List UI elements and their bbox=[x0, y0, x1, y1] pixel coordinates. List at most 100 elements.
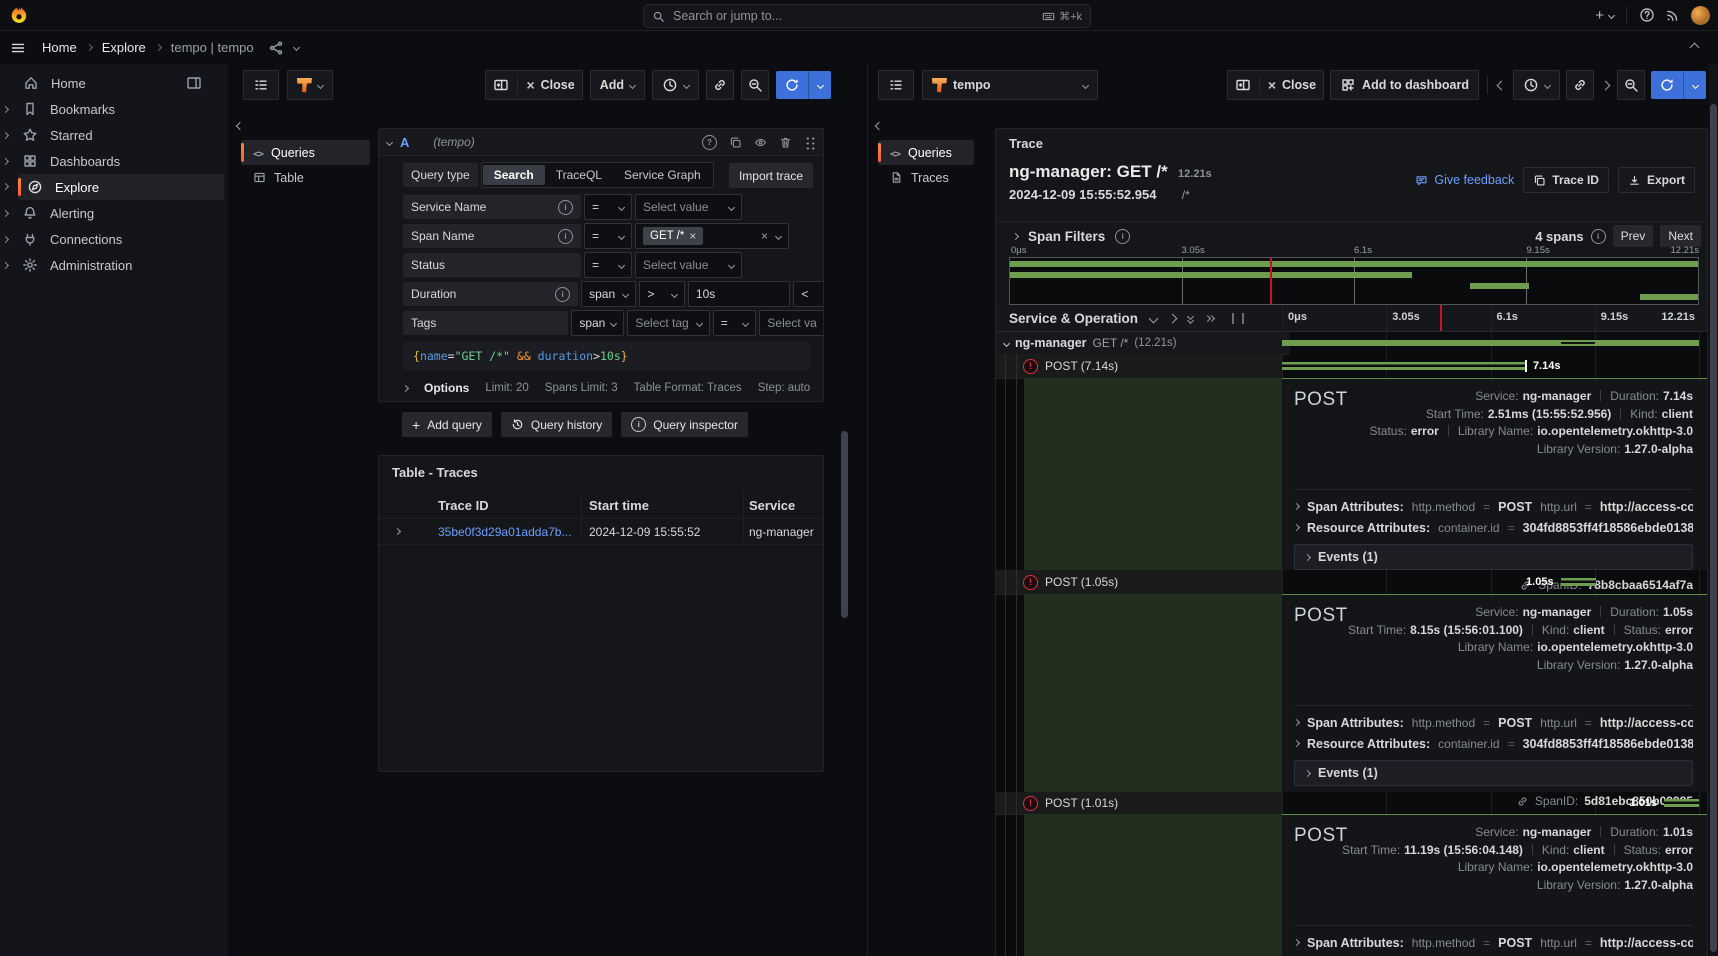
span-row-post-3[interactable]: POST (1.01s) 1.01s bbox=[996, 792, 1707, 814]
sidebar-item-home[interactable]: Home bbox=[0, 70, 228, 96]
permalink-icon[interactable] bbox=[706, 70, 734, 100]
news-icon[interactable] bbox=[1665, 7, 1681, 23]
trace-id-button[interactable]: Trace ID bbox=[1523, 167, 1609, 193]
clear-icon[interactable] bbox=[761, 229, 768, 243]
span-attributes-row[interactable]: Span Attributes: http.method=POST http.u… bbox=[1294, 712, 1693, 733]
span-bar[interactable] bbox=[1664, 799, 1699, 807]
span-attributes-row[interactable]: Span Attributes: http.method=POST http.u… bbox=[1294, 496, 1693, 517]
span-attributes-row[interactable]: Span Attributes: http.method=POST http.u… bbox=[1294, 932, 1693, 953]
split-close-group[interactable]: Close bbox=[485, 70, 582, 100]
duplicate-query-icon[interactable] bbox=[729, 136, 742, 149]
tab-traceql[interactable]: TraceQL bbox=[545, 165, 613, 185]
query-help-icon[interactable] bbox=[702, 135, 717, 150]
tab-queries[interactable]: Queries bbox=[241, 140, 370, 165]
collapse-toolbar-icon[interactable] bbox=[1690, 43, 1700, 53]
add-button[interactable]: Add bbox=[590, 70, 645, 100]
time-range-button[interactable] bbox=[652, 70, 699, 100]
tab-table[interactable]: Table bbox=[241, 165, 370, 190]
prev-span-button[interactable]: Prev bbox=[1613, 225, 1654, 247]
user-avatar[interactable] bbox=[1691, 6, 1710, 25]
service-value-select[interactable]: Select value bbox=[635, 194, 742, 220]
give-feedback-link[interactable]: Give feedback bbox=[1415, 173, 1514, 187]
page-scrollbar-thumb[interactable] bbox=[1710, 104, 1717, 952]
chevron-down-icon[interactable] bbox=[293, 44, 300, 51]
sidebar-item-explore[interactable]: Explore bbox=[18, 174, 224, 200]
breadcrumb-home[interactable]: Home bbox=[42, 40, 77, 55]
tab-search[interactable]: Search bbox=[483, 165, 545, 185]
dock-sidebar-icon[interactable] bbox=[186, 75, 202, 91]
drag-handle-icon[interactable] bbox=[804, 135, 815, 150]
trace-id-link[interactable]: 35be0f3d29a01adda7b... bbox=[438, 525, 571, 539]
column-header-start-time[interactable]: Start time bbox=[589, 498, 649, 513]
sidebar-item-bookmarks[interactable]: Bookmarks bbox=[0, 96, 228, 122]
query-outline-button[interactable] bbox=[878, 70, 914, 100]
duration-op-select[interactable]: > bbox=[639, 281, 684, 307]
span-row-post-2[interactable]: POST (1.05s) 1.05s bbox=[996, 570, 1707, 594]
expand-one-icon[interactable] bbox=[1168, 313, 1178, 323]
datasource-picker[interactable] bbox=[287, 70, 333, 100]
grafana-logo-icon[interactable] bbox=[9, 5, 29, 28]
span-value-chip[interactable]: GET /* bbox=[643, 227, 703, 245]
span-row-post-1[interactable]: POST (7.14s) 7.14s bbox=[996, 354, 1707, 378]
remove-chip-icon[interactable] bbox=[689, 229, 696, 243]
trace-minimap[interactable] bbox=[1009, 257, 1699, 305]
sidebar-item-alerting[interactable]: Alerting bbox=[0, 200, 228, 226]
expand-span-filters-icon[interactable] bbox=[1012, 232, 1019, 239]
permalink-icon[interactable] bbox=[1566, 70, 1594, 100]
tags-value-select[interactable]: Select va bbox=[759, 310, 824, 336]
tab-queries[interactable]: Queries bbox=[878, 140, 974, 165]
column-header-trace-id[interactable]: Trace ID bbox=[438, 498, 489, 513]
tags-scope-select[interactable]: span bbox=[571, 310, 624, 336]
help-icon[interactable] bbox=[1639, 7, 1655, 23]
tab-traces[interactable]: Traces bbox=[878, 165, 974, 190]
zoom-out-icon[interactable] bbox=[1617, 70, 1645, 100]
time-shift-back-icon[interactable] bbox=[1497, 80, 1507, 90]
span-value-select[interactable]: GET /* bbox=[635, 223, 789, 249]
sidebar-item-starred[interactable]: Starred bbox=[0, 122, 228, 148]
import-trace-button[interactable]: Import trace bbox=[729, 163, 813, 188]
search-input-wrap[interactable]: ⌘+k bbox=[643, 4, 1091, 28]
datasource-picker[interactable]: tempo bbox=[922, 70, 1098, 100]
page-scrollbar-track[interactable] bbox=[1709, 64, 1718, 956]
duration-op2-select[interactable]: < bbox=[793, 281, 824, 307]
sidebar-item-administration[interactable]: Administration bbox=[0, 252, 228, 278]
tags-tag-select[interactable]: Select tag bbox=[627, 310, 709, 336]
options-row[interactable]: Options Limit: 20 Spans Limit: 3 Table F… bbox=[403, 381, 824, 395]
time-shift-forward-icon[interactable] bbox=[1601, 80, 1611, 90]
breadcrumb-explore[interactable]: Explore bbox=[102, 40, 146, 55]
menu-toggle-icon[interactable] bbox=[10, 40, 26, 56]
run-query-button[interactable] bbox=[1651, 71, 1706, 99]
duration-scope-select[interactable]: span bbox=[581, 281, 636, 307]
collapse-one-icon[interactable] bbox=[1149, 313, 1159, 323]
events-row[interactable]: Events (1) bbox=[1294, 544, 1693, 570]
panel-title[interactable]: Trace bbox=[996, 129, 1707, 151]
status-value-select[interactable]: Select value bbox=[635, 252, 742, 278]
expand-explore-icon[interactable] bbox=[2, 183, 9, 190]
tab-service-graph[interactable]: Service Graph bbox=[613, 165, 712, 185]
expand-all-icon[interactable] bbox=[1205, 316, 1214, 321]
left-pane-scrollbar[interactable] bbox=[841, 431, 848, 618]
run-query-button[interactable] bbox=[776, 71, 831, 99]
query-row-header[interactable]: A (tempo) bbox=[379, 129, 823, 156]
add-query-button[interactable]: Add query bbox=[402, 412, 492, 437]
next-span-button[interactable]: Next bbox=[1660, 225, 1701, 247]
span-op-select[interactable]: = bbox=[584, 223, 632, 249]
events-row[interactable]: Events (1) bbox=[1294, 760, 1693, 786]
split-close-group[interactable]: Close bbox=[1227, 70, 1324, 100]
query-inspector-button[interactable]: Query inspector bbox=[621, 412, 748, 437]
query-history-button[interactable]: Query history bbox=[501, 412, 612, 437]
tags-op-select[interactable]: = bbox=[713, 310, 757, 336]
sidebar-item-dashboards[interactable]: Dashboards bbox=[0, 148, 228, 174]
delete-query-icon[interactable] bbox=[779, 136, 792, 149]
sidebar-item-connections[interactable]: Connections bbox=[0, 226, 228, 252]
root-span-bar[interactable] bbox=[1282, 340, 1699, 346]
time-range-button[interactable] bbox=[1513, 70, 1560, 100]
panel-title[interactable]: Table - Traces bbox=[379, 456, 823, 480]
column-resize-handle[interactable] bbox=[1232, 313, 1244, 324]
search-input[interactable] bbox=[671, 8, 1036, 24]
resource-attributes-row[interactable]: Resource Attributes: container.id=304fd8… bbox=[1294, 517, 1693, 538]
query-outline-button[interactable] bbox=[243, 70, 279, 100]
share-icon[interactable] bbox=[268, 40, 284, 56]
toggle-visibility-icon[interactable] bbox=[754, 136, 767, 149]
collapse-row-icon[interactable] bbox=[1003, 339, 1010, 346]
